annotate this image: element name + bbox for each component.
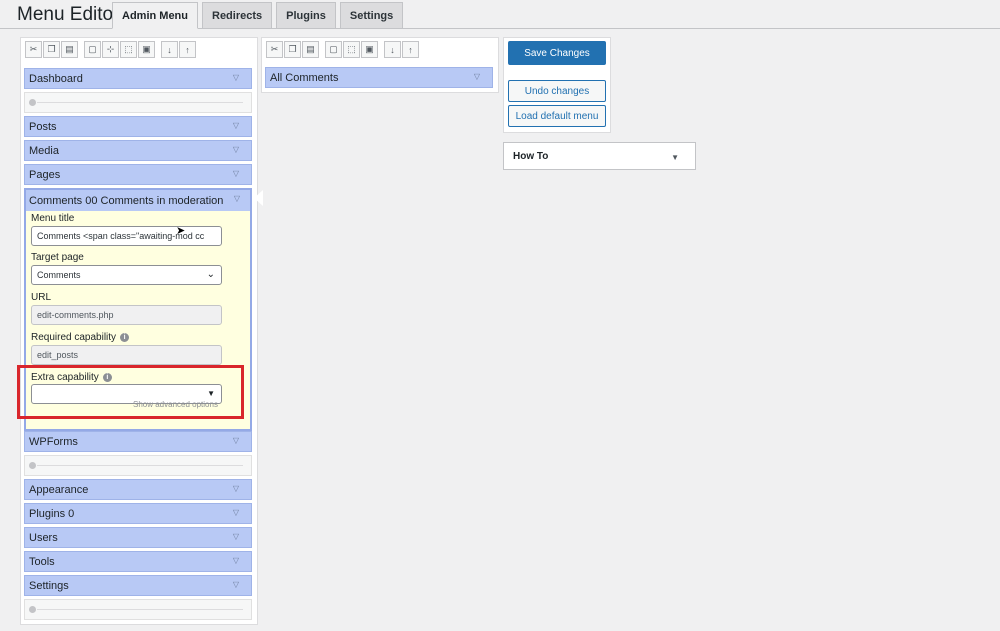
required-capability-field: edit_posts [31, 345, 222, 365]
top-level-menu-panel: ✂ ❐ ▤ ▢ ⊹ ⬚ ▣ ↓ ↑ Dashboard ▽ Posts ▽ Medi… [20, 37, 258, 625]
paste-icon[interactable]: ▤ [61, 41, 78, 58]
highlight-box [17, 365, 244, 419]
expand-arrow-icon[interactable]: ▽ [233, 145, 239, 154]
paste-icon[interactable]: ▤ [302, 41, 319, 58]
separator-line [37, 609, 243, 610]
menu-item-label: Users [29, 531, 58, 544]
menu-item-pages[interactable]: Pages ▽ [24, 164, 252, 185]
menu-item-label: All Comments [270, 71, 339, 84]
new-separator-icon[interactable]: ⊹ [102, 41, 119, 58]
undo-changes-button[interactable]: Undo changes [508, 80, 606, 102]
menu-item-label: WPForms [29, 435, 78, 448]
menu-item-label: Comments 00 Comments in moderation [29, 194, 224, 207]
sort-ascending-icon[interactable]: ↓ [161, 41, 178, 58]
expand-arrow-icon[interactable]: ▽ [233, 508, 239, 517]
menu-item-label: Posts [29, 120, 57, 133]
collapse-arrow-icon[interactable]: ▽ [234, 194, 240, 203]
separator-line [37, 465, 243, 466]
menu-item-comments[interactable]: Comments 00 Comments in moderation ▽ [26, 190, 250, 211]
tab-settings[interactable]: Settings [339, 2, 404, 29]
menu-item-label: Settings [29, 579, 69, 592]
sort-descending-icon[interactable]: ↑ [402, 41, 419, 58]
new-menu-icon[interactable]: ▢ [325, 41, 342, 58]
expand-arrow-icon[interactable]: ▽ [233, 532, 239, 541]
menu-item-dashboard[interactable]: Dashboard ▽ [24, 68, 252, 89]
expand-arrow-icon[interactable]: ▽ [474, 72, 480, 81]
expand-arrow-icon[interactable]: ▽ [233, 556, 239, 565]
target-page-value: Comments [37, 270, 81, 280]
separator-line [37, 102, 243, 103]
menu-item-label: Plugins 0 [29, 507, 75, 520]
submenu-panel: ✂ ❐ ▤ ▢ ⬚ ▣ ↓ ↑ All Comments ▽ [261, 37, 499, 93]
required-capability-label: Required capability i [31, 332, 130, 343]
menu-title-label: Menu title [31, 213, 75, 224]
separator-handle-icon [29, 606, 36, 613]
toggle-hidden-icon[interactable]: ⬚ [120, 41, 137, 58]
how-to-label: How To [513, 150, 549, 162]
menu-item-users[interactable]: Users ▽ [24, 527, 252, 548]
how-to-box[interactable]: How To ▼ [503, 142, 696, 170]
chevron-down-icon: ⌄ [206, 269, 215, 280]
expand-arrow-icon[interactable]: ▽ [233, 121, 239, 130]
target-page-label: Target page [31, 252, 84, 263]
submenu-item-all-comments[interactable]: All Comments ▽ [265, 67, 493, 88]
expand-arrow-icon[interactable]: ▽ [233, 73, 239, 82]
save-changes-button[interactable]: Save Changes [508, 41, 606, 65]
submenu-toolbar: ✂ ❐ ▤ ▢ ⬚ ▣ ↓ ↑ [262, 38, 498, 62]
tab-plugins[interactable]: Plugins [276, 2, 336, 29]
mouse-cursor-icon: ➤ [176, 225, 186, 237]
copy-icon[interactable]: ❐ [284, 41, 301, 58]
url-label: URL [31, 292, 52, 303]
menu-item-plugins[interactable]: Plugins 0 ▽ [24, 503, 252, 524]
required-capability-text: Required capability [31, 332, 117, 343]
info-icon[interactable]: i [120, 333, 130, 342]
expand-arrow-icon[interactable]: ▽ [233, 580, 239, 589]
editor-pointer [254, 190, 263, 206]
delete-menu-icon[interactable]: ▣ [138, 41, 155, 58]
menu-item-label: Pages [29, 168, 61, 181]
menu-toolbar: ✂ ❐ ▤ ▢ ⊹ ⬚ ▣ ↓ ↑ [21, 38, 257, 62]
cut-icon[interactable]: ✂ [266, 41, 283, 58]
toggle-hidden-icon[interactable]: ⬚ [343, 41, 360, 58]
url-field: edit-comments.php [31, 305, 222, 325]
expand-arrow-icon[interactable]: ▽ [233, 436, 239, 445]
menu-item-appearance[interactable]: Appearance ▽ [24, 479, 252, 500]
separator-handle-icon [29, 99, 36, 106]
separator-handle-icon [29, 462, 36, 469]
expand-arrow-icon[interactable]: ▽ [233, 484, 239, 493]
menu-separator[interactable] [24, 455, 252, 476]
menu-item-label: Media [29, 144, 59, 157]
menu-title-input[interactable]: Comments <span class="awaiting-mod cc [31, 226, 222, 246]
sort-descending-icon[interactable]: ↑ [179, 41, 196, 58]
tab-bar: Admin Menu Redirects Plugins Settings [112, 2, 404, 29]
load-default-menu-button[interactable]: Load default menu [508, 105, 606, 127]
menu-item-media[interactable]: Media ▽ [24, 140, 252, 161]
page-title: Menu Editor [17, 4, 120, 25]
menu-item-label: Tools [29, 555, 55, 568]
sort-ascending-icon[interactable]: ↓ [384, 41, 401, 58]
menu-item-settings[interactable]: Settings ▽ [24, 575, 252, 596]
menu-item-tools[interactable]: Tools ▽ [24, 551, 252, 572]
menu-separator[interactable] [24, 599, 252, 620]
new-menu-icon[interactable]: ▢ [84, 41, 101, 58]
toggle-arrow-icon[interactable]: ▼ [671, 153, 679, 162]
menu-item-wpforms[interactable]: WPForms ▽ [24, 431, 252, 452]
menu-item-posts[interactable]: Posts ▽ [24, 116, 252, 137]
menu-item-label: Dashboard [29, 72, 83, 85]
expand-arrow-icon[interactable]: ▽ [233, 169, 239, 178]
delete-menu-icon[interactable]: ▣ [361, 41, 378, 58]
tab-redirects[interactable]: Redirects [202, 2, 273, 29]
menu-item-label: Appearance [29, 483, 89, 496]
copy-icon[interactable]: ❐ [43, 41, 60, 58]
menu-separator[interactable] [24, 92, 252, 113]
cut-icon[interactable]: ✂ [25, 41, 42, 58]
tab-admin-menu[interactable]: Admin Menu [112, 2, 198, 29]
target-page-select[interactable]: Comments ⌄ [31, 265, 222, 285]
